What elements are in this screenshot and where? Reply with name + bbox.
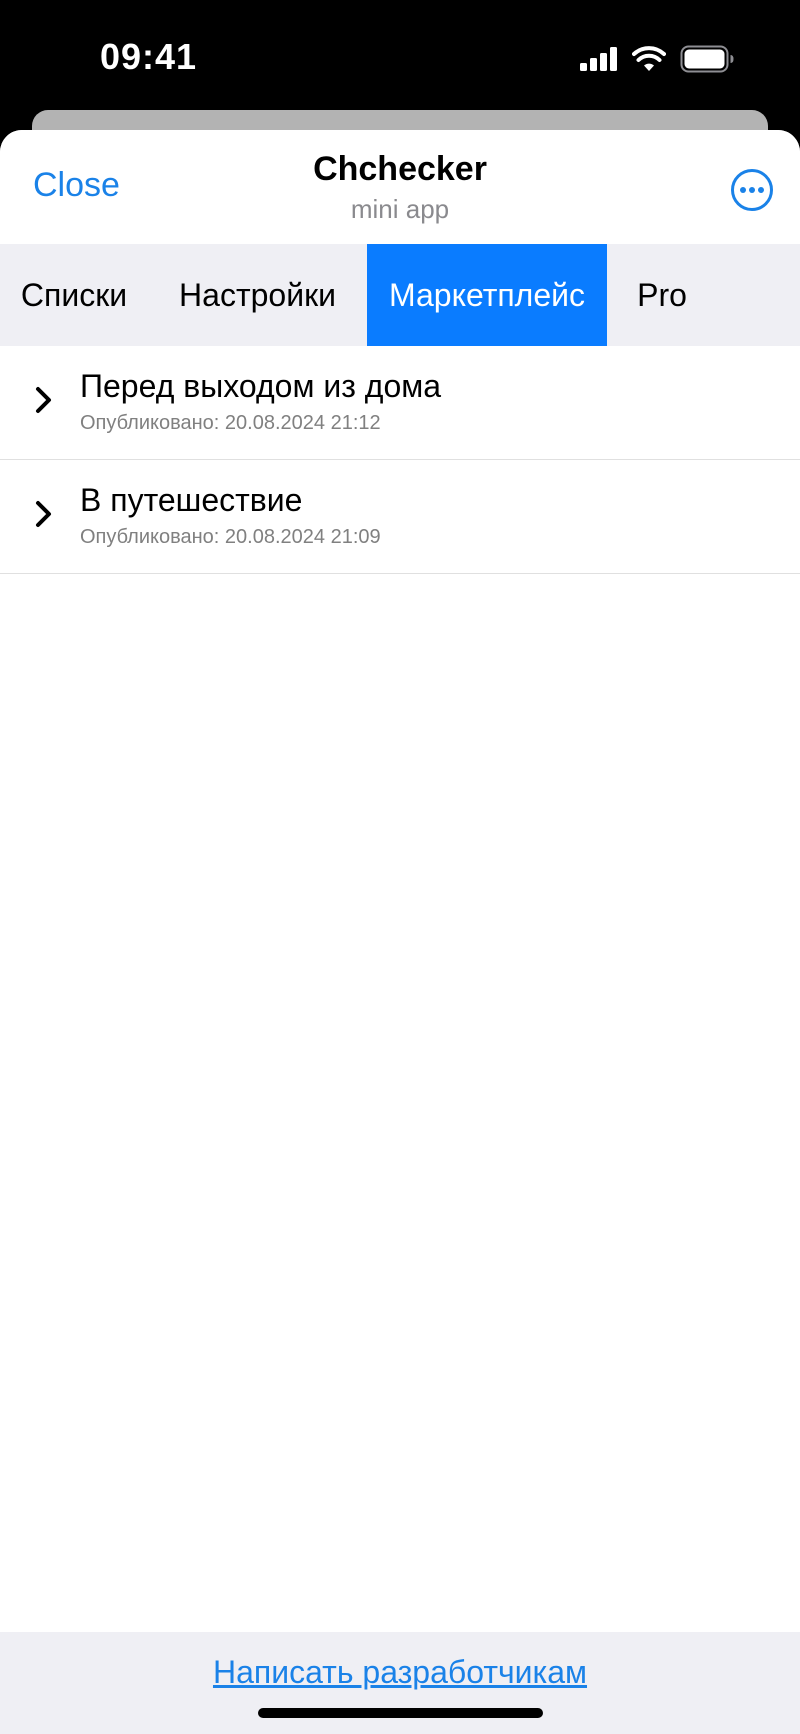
published-lists: Перед выходом из дома Опубликовано: 20.0… bbox=[0, 346, 800, 574]
nav-header: Close Chchecker mini app bbox=[0, 130, 800, 244]
battery-icon bbox=[680, 45, 734, 73]
tab-bar: Списки Настройки Маркетплейс Pro bbox=[0, 244, 800, 346]
cellular-signal-icon bbox=[580, 47, 617, 71]
status-icons bbox=[580, 44, 734, 74]
tab-pro[interactable]: Pro bbox=[607, 244, 717, 346]
tab-marketplace[interactable]: Маркетплейс bbox=[367, 244, 607, 346]
item-title: В путешествие bbox=[80, 482, 303, 518]
item-title: Перед выходом из дома bbox=[80, 368, 442, 404]
chevron-right-icon bbox=[36, 501, 51, 527]
item-published-date: Опубликовано: 20.08.2024 21:12 bbox=[80, 412, 381, 434]
chevron-right-icon bbox=[36, 387, 51, 413]
tab-settings[interactable]: Настройки bbox=[148, 244, 367, 346]
item-published-date: Опубликовано: 20.08.2024 21:09 bbox=[80, 526, 381, 548]
footer: Написать разработчикам bbox=[0, 1632, 800, 1734]
wifi-icon bbox=[632, 46, 666, 71]
more-options-icon[interactable] bbox=[730, 168, 774, 212]
status-bar: 09:41 bbox=[0, 0, 800, 110]
home-indicator[interactable] bbox=[258, 1708, 543, 1718]
app-subtitle: mini app bbox=[350, 194, 450, 224]
app-title: Chchecker bbox=[313, 150, 487, 188]
list-item[interactable]: В путешествие Опубликовано: 20.08.2024 2… bbox=[0, 460, 800, 574]
mini-app-sheet: Close Chchecker mini app Списки Настройк… bbox=[0, 130, 800, 1734]
contact-developers-link[interactable]: Написать разработчикам bbox=[0, 1654, 800, 1691]
tab-lists[interactable]: Списки bbox=[0, 244, 148, 346]
list-item[interactable]: Перед выходом из дома Опубликовано: 20.0… bbox=[0, 346, 800, 460]
status-time: 09:41 bbox=[100, 36, 198, 77]
